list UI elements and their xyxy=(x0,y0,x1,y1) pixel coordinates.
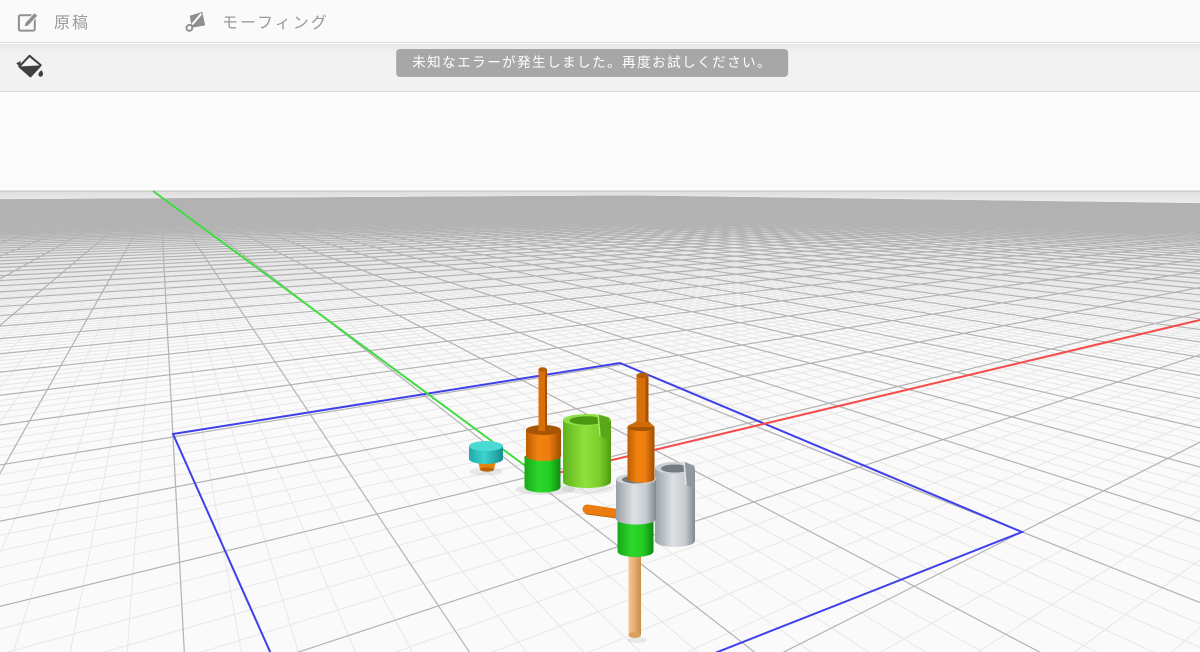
tab-morphing-label: モーフィング xyxy=(222,9,329,33)
object-green-half-pipe[interactable] xyxy=(562,414,614,494)
sky xyxy=(0,93,1200,191)
object-teal-knob[interactable] xyxy=(469,441,503,476)
viewport-3d[interactable] xyxy=(0,93,1200,652)
tab-manuscript-label: 原稿 xyxy=(54,9,90,33)
morph-shape-icon xyxy=(184,9,209,34)
top-tab-bar: 原稿 モーフィング xyxy=(0,0,1200,43)
tab-morphing[interactable]: モーフィング xyxy=(168,0,343,42)
fill-tool-button[interactable] xyxy=(14,54,46,84)
edit-square-icon xyxy=(16,9,41,34)
object-gray-half-pipe[interactable] xyxy=(655,462,695,548)
paint-bucket-icon xyxy=(15,53,45,86)
error-toast: 未知なエラーが発生しました。再度お試しください。 xyxy=(396,49,788,77)
tab-manuscript[interactable]: 原稿 xyxy=(0,0,104,42)
